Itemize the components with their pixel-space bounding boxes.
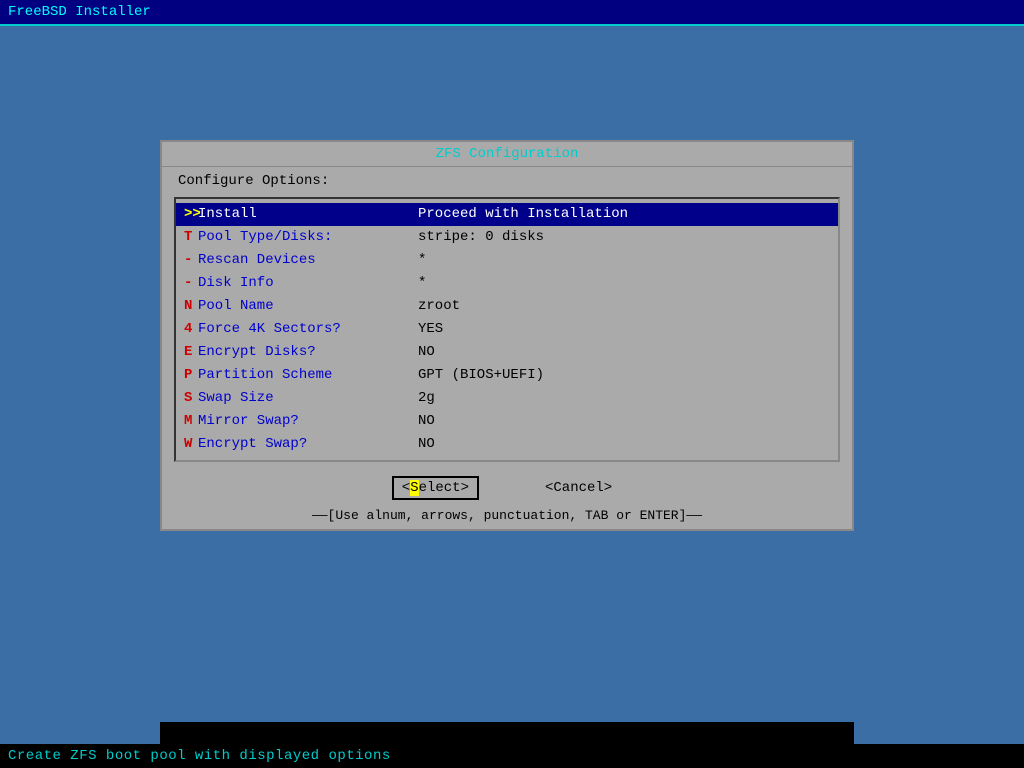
key-letter-8: S [184,388,198,409]
menu-row-8[interactable]: S Swap Size2g [176,387,838,410]
cancel-button[interactable]: <Cancel> [537,478,620,498]
dialog-subtitle: Configure Options: [162,167,852,193]
menu-row-4[interactable]: N Pool Namezroot [176,295,838,318]
menu-value-1: stripe: 0 disks [418,227,544,248]
menu-label-1: Pool Type/Disks: [198,227,418,248]
top-bar: FreeBSD Installer [0,0,1024,26]
zfs-dialog: ZFS Configuration Configure Options: >> … [160,140,854,531]
menu-value-4: zroot [418,296,460,317]
select-button[interactable]: <Select> [394,478,477,498]
black-bar [160,722,854,746]
menu-value-5: YES [418,319,443,340]
menu-row-0[interactable]: >> InstallProceed with Installation [176,203,838,226]
menu-value-7: GPT (BIOS+UEFI) [418,365,544,386]
menu-value-10: NO [418,434,435,455]
select-highlight: S [410,480,418,496]
menu-value-6: NO [418,342,435,363]
menu-label-4: Pool Name [198,296,418,317]
dialog-title: ZFS Configuration [162,142,852,167]
key-letter-5: 4 [184,319,198,340]
menu-label-3: Disk Info [198,273,418,294]
key-letter-10: W [184,434,198,455]
menu-row-7[interactable]: P Partition SchemeGPT (BIOS+UEFI) [176,364,838,387]
menu-value-3: * [418,273,426,294]
key-letter-2: - [184,250,198,271]
menu-row-5[interactable]: 4 Force 4K Sectors?YES [176,318,838,341]
app-title: FreeBSD Installer [8,4,151,20]
menu-value-2: * [418,250,426,271]
key-letter-6: E [184,342,198,363]
menu-value-8: 2g [418,388,435,409]
hint-text: ——[Use alnum, arrows, punctuation, TAB o… [162,506,852,529]
menu-label-0: Install [198,204,418,225]
menu-row-2[interactable]: - Rescan Devices* [176,249,838,272]
menu-row-1[interactable]: T Pool Type/Disks:stripe: 0 disks [176,226,838,249]
key-letter-7: P [184,365,198,386]
menu-label-7: Partition Scheme [198,365,418,386]
cancel-label: <Cancel> [545,480,612,496]
status-text: Create ZFS boot pool with displayed opti… [8,748,391,764]
menu-row-10[interactable]: W Encrypt Swap?NO [176,433,838,456]
menu-area: >> InstallProceed with InstallationT Poo… [174,197,840,462]
menu-value-9: NO [418,411,435,432]
menu-row-3[interactable]: - Disk Info* [176,272,838,295]
menu-label-8: Swap Size [198,388,418,409]
key-letter-1: T [184,227,198,248]
menu-value-0: Proceed with Installation [418,204,628,225]
menu-row-6[interactable]: E Encrypt Disks?NO [176,341,838,364]
menu-label-2: Rescan Devices [198,250,418,271]
key-letter-4: N [184,296,198,317]
key-letter-0: >> [184,204,198,225]
buttons-area: <Select> <Cancel> [162,470,852,506]
menu-label-6: Encrypt Disks? [198,342,418,363]
menu-row-9[interactable]: M Mirror Swap?NO [176,410,838,433]
key-letter-3: - [184,273,198,294]
key-letter-9: M [184,411,198,432]
bottom-status-bar: Create ZFS boot pool with displayed opti… [0,744,1024,768]
menu-label-9: Mirror Swap? [198,411,418,432]
menu-label-5: Force 4K Sectors? [198,319,418,340]
menu-label-10: Encrypt Swap? [198,434,418,455]
